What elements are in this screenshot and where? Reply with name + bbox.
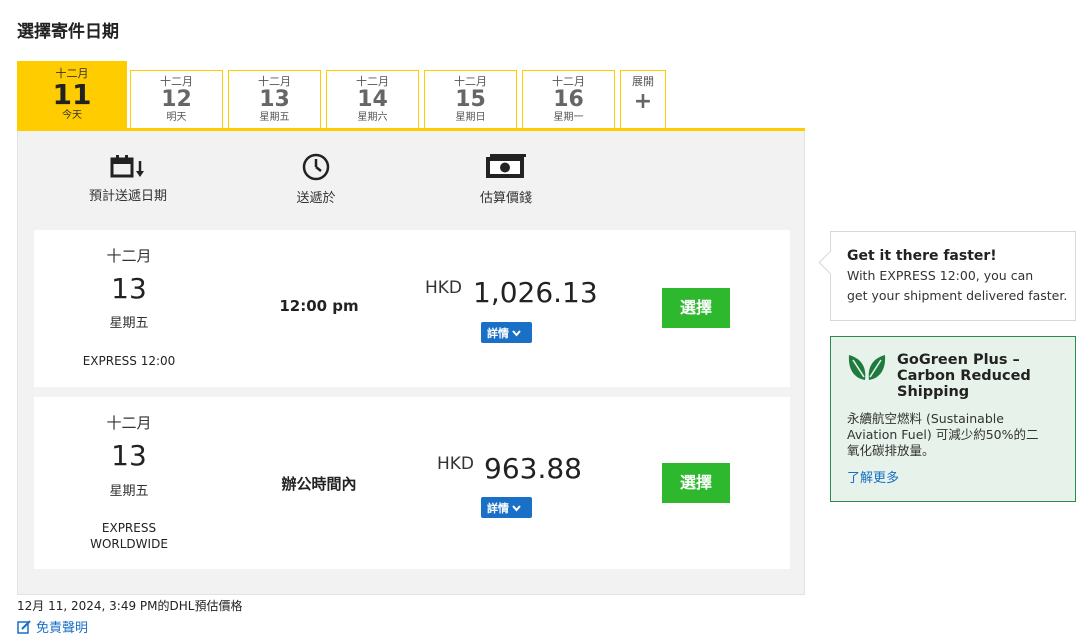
column-delivered-by: 送遞於 [266,153,366,206]
tab-weekday: 明天 [166,112,187,123]
tab-weekday: 星期一 [553,112,584,123]
disclaimer-link[interactable]: 免責聲明 [17,617,88,636]
gogreen-box: GoGreen Plus – Carbon Reduced Shipping 永… [830,336,1076,502]
tab-day: 16 [553,87,584,112]
services-panel: 預計送遞日期 送遞於 估算價錢 十二月 13 星期五 EXPRESS 12:00… [17,131,805,595]
currency: HKD [425,278,463,298]
express-tip-box: Get it there faster! With EXPRESS 12:00,… [830,231,1076,321]
details-button[interactable]: 詳情 [481,322,532,343]
gogreen-heading-line: Shipping [897,384,970,400]
tab-weekday: 星期五 [259,112,290,123]
column-estimated-price: 估算價錢 [456,153,556,206]
tab-weekday: 星期日 [455,112,486,123]
card-day: 13 [111,272,147,305]
tab-date-11[interactable]: 十二月 11 今天 [17,61,127,128]
tab-day: 14 [357,87,388,112]
column-estimated-date: 預計送遞日期 [78,153,178,204]
card-month: 十二月 [106,247,152,265]
gogreen-body-line: 氧化碳排放量。 [847,443,935,458]
price-timestamp: 12月 11, 2024, 3:49 PM的DHL預估價格 [17,599,243,613]
tab-date-12[interactable]: 十二月 12 明天 [130,70,223,128]
tab-weekday: 今天 [62,110,82,121]
tab-date-15[interactable]: 十二月 15 星期日 [424,70,517,128]
tab-weekday: 星期六 [357,112,388,123]
tab-day: 15 [455,87,486,112]
product-name: EXPRESS 12:00 [82,354,176,368]
details-label: 詳情 [487,327,509,340]
delivery-time: 12:00 pm [279,297,359,315]
chevron-down-icon [512,502,521,515]
column-label: 預計送遞日期 [88,189,167,204]
product-name: EXPRESS WORLDWIDE [69,520,189,552]
card-day: 13 [111,439,147,472]
date-tabs: 十二月 11 今天 十二月 12 明天 十二月 13 星期五 十二月 14 星期… [17,61,805,130]
gogreen-body-line: 永續航空燃料 (Sustainable [847,411,1004,426]
product-name-line: EXPRESS [101,521,157,535]
chevron-down-icon [512,327,521,340]
service-card-express-worldwide: 十二月 13 星期五 EXPRESS WORLDWIDE 辦公時間內 HKD 9… [34,397,790,569]
plus-icon: + [633,89,653,114]
tab-day: 12 [161,87,192,112]
gogreen-heading-line: Carbon Reduced [897,368,1031,384]
card-weekday: 星期五 [109,484,149,499]
details-button[interactable]: 詳情 [481,497,532,518]
select-button[interactable]: 選擇 [662,288,730,328]
cash-icon [486,154,526,178]
tip-body: With EXPRESS 12:00, you can get your shi… [847,266,1075,306]
card-weekday: 星期五 [109,316,149,331]
service-card-express-1200: 十二月 13 星期五 EXPRESS 12:00 12:00 pm HKD 1,… [34,230,790,387]
tab-date-13[interactable]: 十二月 13 星期五 [228,70,321,128]
learn-more-link[interactable]: 了解更多 [847,467,899,486]
tab-day: 13 [259,87,290,112]
select-button[interactable]: 選擇 [662,463,730,503]
gogreen-body-line: Aviation Fuel) 可減少約50%的二 [847,427,1039,442]
tab-date-14[interactable]: 十二月 14 星期六 [326,70,419,128]
calendar-arrow-icon [110,155,144,178]
tip-body-line: get your shipment delivered faster. [847,288,1068,303]
price-amount: 1,026.13 [473,276,598,309]
expand-label: 展開 [632,75,654,88]
tab-day: 11 [52,78,92,111]
column-label: 送遞於 [296,191,336,206]
edit-icon [17,620,31,634]
product-name-line: WORLDWIDE [90,537,168,551]
clock-icon [302,153,330,181]
tip-heading: Get it there faster! [847,248,997,264]
column-label: 估算價錢 [479,191,532,206]
leaf-icon [848,355,886,380]
gogreen-heading: GoGreen Plus – Carbon Reduced Shipping [897,352,1067,400]
page-title: 選擇寄件日期 [17,22,119,42]
disclaimer-label: 免責聲明 [36,621,89,636]
details-label: 詳情 [487,502,509,515]
price-amount: 963.88 [484,452,582,485]
tab-date-16[interactable]: 十二月 16 星期一 [522,70,615,128]
gogreen-heading-line: GoGreen Plus – [897,352,1020,368]
card-month: 十二月 [106,414,152,432]
delivery-time: 辦公時間內 [281,475,357,493]
currency: HKD [437,454,475,474]
gogreen-body: 永續航空燃料 (Sustainable Aviation Fuel) 可減少約5… [847,411,1067,459]
tip-body-line: With EXPRESS 12:00, you can [847,268,1034,283]
expand-tab[interactable]: 展開 + [620,70,666,128]
